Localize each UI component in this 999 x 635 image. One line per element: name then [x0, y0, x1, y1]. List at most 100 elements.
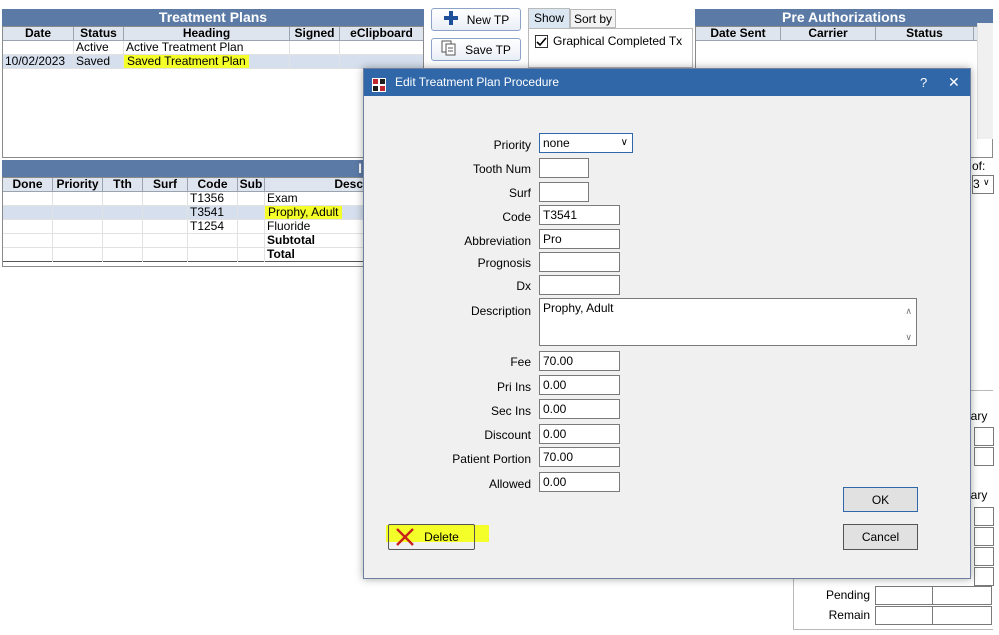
dialog-title-bar[interactable]: Edit Treatment Plan Procedure ? ✕ [364, 69, 970, 96]
table-row[interactable]: Active Active Treatment Plan [3, 41, 423, 55]
cell-desc: Subtotal [267, 234, 315, 247]
right-dropdown[interactable]: 3 ∨ [972, 175, 994, 194]
col-status[interactable]: Status [74, 27, 124, 41]
cell-code: T3541 [188, 206, 238, 220]
tab-sort-by[interactable]: Sort by [570, 9, 616, 28]
dx-label: Dx [516, 279, 531, 293]
patient-portion-field[interactable]: 70.00 [539, 447, 620, 467]
table-row[interactable]: 10/02/2023 Saved Saved Treatment Plan [3, 55, 423, 69]
remain-label: Remain [828, 608, 870, 622]
cell-desc: Total [267, 248, 295, 261]
col-signed[interactable]: Signed [290, 27, 340, 41]
close-icon[interactable]: ✕ [948, 69, 960, 96]
col-tth[interactable]: Tth [103, 178, 143, 192]
table-row[interactable]: T1254 Fluoride [3, 220, 364, 234]
col-date-sent[interactable]: Date Sent [696, 27, 781, 41]
col-eclipboard[interactable]: eClipboard [340, 27, 423, 41]
procedures-panel: I Done Priority Tth Surf Code Sub Desc T… [2, 160, 364, 270]
tab-show[interactable]: Show [528, 8, 570, 28]
description-field[interactable]: Prophy, Adult ∧ ∨ [539, 298, 917, 346]
cell-code: T1254 [188, 220, 238, 234]
delete-button[interactable]: Delete [388, 524, 475, 550]
summary-cell[interactable] [974, 527, 994, 546]
table-row[interactable]: Total [3, 248, 364, 262]
abbreviation-field[interactable]: Pro [539, 229, 620, 249]
col-date[interactable]: Date [3, 27, 74, 41]
summary-cell[interactable] [974, 427, 994, 446]
col-carrier[interactable]: Carrier [781, 27, 876, 41]
col-priority[interactable]: Priority [53, 178, 103, 192]
new-tp-button[interactable]: New TP [431, 8, 521, 31]
summary-cell[interactable] [974, 447, 994, 466]
col-code[interactable]: Code [188, 178, 238, 192]
sec-ins-field[interactable]: 0.00 [539, 399, 620, 419]
procedures-title: I [2, 160, 364, 177]
pending-cell-2[interactable] [932, 586, 992, 605]
table-row[interactable]: T3541 Prophy, Adult [3, 206, 364, 220]
code-field[interactable]: T3541 [539, 205, 620, 225]
procedures-header: Done Priority Tth Surf Code Sub Desc [3, 178, 364, 192]
col-desc[interactable]: Desc [265, 178, 365, 192]
surf-label: Surf [508, 186, 531, 200]
cell-signed [290, 41, 340, 55]
remain-cell-2[interactable] [932, 606, 992, 625]
col-heading[interactable]: Heading [124, 27, 290, 41]
col-surf[interactable]: Surf [143, 178, 188, 192]
scrollbar[interactable] [977, 23, 993, 139]
chevron-down-icon: ∨ [620, 137, 628, 148]
cell-desc: Fluoride [267, 220, 311, 233]
priority-select[interactable]: none ∨ [539, 133, 633, 153]
dx-field[interactable] [539, 275, 620, 295]
description-label: Description [470, 304, 531, 318]
cell-heading: Saved Treatment Plan [124, 55, 290, 69]
summary-cell[interactable] [974, 547, 994, 566]
cell-desc: Prophy, Adult [265, 206, 365, 220]
grid-app-icon [372, 75, 386, 92]
summary-cell[interactable] [974, 567, 994, 586]
cell-heading: Active Treatment Plan [124, 41, 290, 55]
sec-ins-label: Sec Ins [490, 404, 531, 418]
show-tabs: Show Sort by Graphical Completed Tx [528, 8, 693, 68]
code-label: Code [502, 210, 531, 224]
scroll-down-icon[interactable]: ∨ [905, 328, 912, 345]
scroll-up-icon[interactable]: ∧ [905, 302, 912, 320]
right-dropdown-value: 3 [973, 177, 980, 191]
prognosis-field[interactable] [539, 252, 620, 272]
plus-icon [443, 10, 459, 29]
treatment-plans-panel: Treatment Plans Date Status Heading Sign… [2, 9, 424, 158]
col-done[interactable]: Done [3, 178, 53, 192]
ok-button[interactable]: OK [843, 487, 918, 512]
highlighted-heading: Saved Treatment Plan [124, 55, 249, 68]
fee-field[interactable]: 70.00 [539, 351, 620, 371]
discount-field[interactable]: 0.00 [539, 424, 620, 444]
cell-eclipboard [340, 41, 423, 55]
pending-label: Pending [825, 588, 870, 602]
cell-desc: Exam [267, 192, 298, 205]
pri-ins-field[interactable]: 0.00 [539, 375, 620, 395]
graphical-completed-checkbox[interactable] [535, 35, 548, 48]
help-icon[interactable]: ? [920, 69, 927, 96]
allowed-field[interactable]: 0.00 [539, 472, 620, 492]
priority-value: none [543, 136, 570, 150]
table-row[interactable]: Subtotal [3, 234, 364, 248]
pending-cell[interactable] [875, 586, 933, 605]
cell-code [188, 234, 238, 248]
allowed-label: Allowed [488, 477, 531, 491]
delete-label: Delete [424, 530, 459, 544]
patient-portion-label: Patient Portion [452, 452, 531, 466]
save-tp-button[interactable]: Save TP [431, 38, 521, 61]
new-tp-label: New TP [466, 12, 510, 27]
table-row[interactable]: T1356 Exam [3, 192, 364, 206]
pre-auth-title: Pre Authorizations [695, 9, 993, 26]
tooth-num-field[interactable] [539, 158, 589, 178]
col-sub[interactable]: Sub [238, 178, 265, 192]
cancel-button[interactable]: Cancel [843, 524, 918, 550]
surf-field[interactable] [539, 182, 589, 202]
copy-icon [441, 40, 457, 59]
summary-cell[interactable] [974, 507, 994, 526]
remain-cell[interactable] [875, 606, 933, 625]
abbreviation-label: Abbreviation [464, 234, 531, 248]
graphical-completed-label: Graphical Completed Tx [553, 34, 683, 48]
cancel-label: Cancel [861, 530, 900, 544]
col-status[interactable]: Status [876, 27, 974, 41]
